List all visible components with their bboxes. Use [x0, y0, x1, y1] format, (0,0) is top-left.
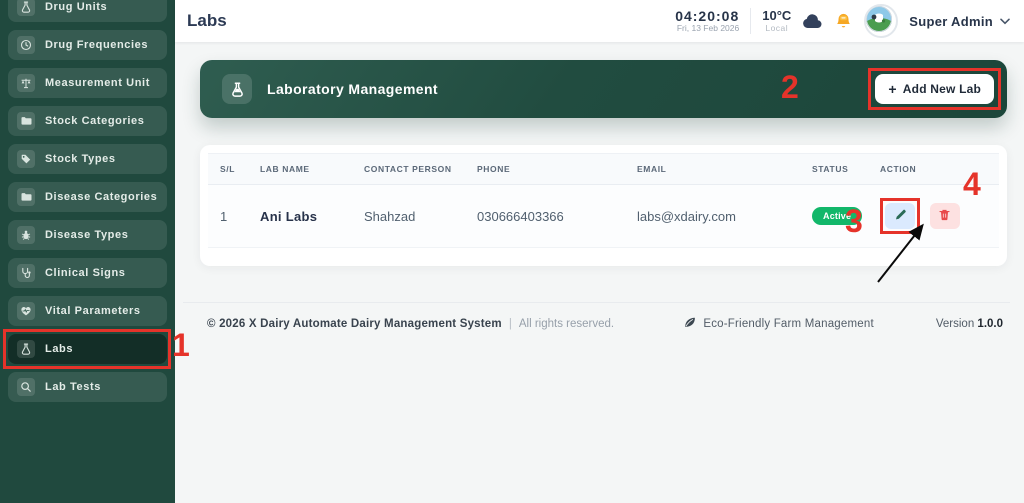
cell-email: labs@xdairy.com	[625, 184, 800, 248]
main-area: Labs 04:20:08 Fri, 13 Feb 2026 10°C Loca…	[175, 0, 1024, 503]
table-row: 1 Ani Labs Shahzad 030666403366 labs@xda…	[208, 184, 999, 248]
footer-right: Eco-Friendly Farm Management Version 1.0…	[683, 316, 1003, 332]
cell-status: Active	[800, 184, 868, 248]
sidebar-item-label: Drug Units	[45, 1, 108, 13]
divider	[750, 8, 752, 34]
pencil-icon	[894, 208, 907, 224]
eco-tagline-text: Eco-Friendly Farm Management	[703, 318, 874, 330]
cell-contact-person: Shahzad	[352, 184, 465, 248]
sidebar-item-stock-categories[interactable]: Stock Categories	[8, 106, 167, 136]
version-number: 1.0.0	[977, 318, 1003, 330]
user-name: Super Admin	[909, 13, 993, 29]
chevron-down-icon	[1000, 12, 1010, 30]
sidebar: Drug Units Drug Frequencies Measurement …	[0, 0, 175, 503]
sidebar-item-label: Measurement Unit	[45, 77, 150, 89]
sidebar-item-label: Vital Parameters	[45, 305, 141, 317]
annotation-box-2: + Add New Lab	[868, 68, 1001, 110]
clock-widget: 04:20:08 Fri, 13 Feb 2026	[675, 8, 739, 34]
version-text: Version 1.0.0	[936, 318, 1003, 330]
card-title: Laboratory Management	[267, 81, 438, 97]
sidebar-item-drug-frequencies[interactable]: Drug Frequencies	[8, 30, 167, 60]
delete-button[interactable]	[929, 203, 960, 229]
cell-lab-name: Ani Labs	[248, 184, 352, 248]
leaf-icon	[683, 316, 696, 332]
cell-action	[868, 184, 999, 248]
column-header-sl: S/L	[208, 153, 248, 185]
clock-icon	[17, 36, 35, 54]
column-header-contact-person: CONTACT PERSON	[352, 153, 465, 185]
add-new-lab-button[interactable]: + Add New Lab	[875, 74, 994, 104]
plus-icon: +	[888, 81, 897, 97]
sidebar-item-measurement-unit[interactable]: Measurement Unit	[8, 68, 167, 98]
sidebar-item-label: Clinical Signs	[45, 267, 126, 279]
annotation-box-3	[880, 198, 920, 234]
search-icon	[17, 378, 35, 396]
stethoscope-icon	[17, 264, 35, 282]
sidebar-item-label: Disease Types	[45, 229, 129, 241]
column-header-email: EMAIL	[625, 153, 800, 185]
copyright-text: © 2026 X Dairy Automate Dairy Management…	[207, 318, 502, 330]
column-header-status: STATUS	[800, 153, 868, 185]
current-time: 04:20:08	[675, 8, 740, 25]
sidebar-item-label: Drug Frequencies	[45, 39, 149, 51]
cloud-icon	[802, 13, 823, 29]
heart-icon	[17, 302, 35, 320]
sidebar-item-label: Labs	[45, 343, 74, 355]
temperature-label: Local	[765, 22, 789, 33]
column-header-phone: PHONE	[465, 153, 625, 185]
tag-icon	[17, 150, 35, 168]
flask-icon	[17, 0, 35, 16]
folder-icon	[17, 188, 35, 206]
laboratory-management-card: Laboratory Management + Add New Lab	[200, 60, 1007, 118]
content-area: Laboratory Management + Add New Lab S/L …	[175, 42, 1024, 503]
flask-icon	[222, 74, 252, 104]
avatar[interactable]	[864, 4, 899, 38]
page-title: Labs	[187, 11, 227, 30]
folder-icon	[17, 112, 35, 130]
footer: © 2026 X Dairy Automate Dairy Management…	[200, 303, 1007, 332]
edit-button[interactable]	[885, 203, 915, 229]
sidebar-item-lab-tests[interactable]: Lab Tests	[8, 372, 167, 402]
weather-widget: 10°C Local	[762, 7, 792, 34]
add-new-lab-label: Add New Lab	[902, 82, 981, 96]
sidebar-item-label: Lab Tests	[45, 381, 101, 393]
sidebar-item-label: Disease Categories	[45, 191, 158, 203]
cell-sl: 1	[208, 184, 248, 248]
temperature: 10°C	[762, 7, 792, 23]
sidebar-item-clinical-signs[interactable]: Clinical Signs	[8, 258, 167, 288]
cell-phone: 030666403366	[465, 184, 625, 248]
scale-icon	[17, 74, 35, 92]
column-header-action: ACTION	[868, 153, 999, 185]
sidebar-item-stock-types[interactable]: Stock Types	[8, 144, 167, 174]
flask-icon	[17, 340, 35, 358]
table-header-row: S/L LAB NAME CONTACT PERSON PHONE EMAIL …	[208, 153, 999, 185]
app-window: Drug Units Drug Frequencies Measurement …	[0, 0, 1024, 503]
eco-tagline: Eco-Friendly Farm Management	[683, 316, 874, 332]
column-header-lab-name: LAB NAME	[248, 153, 352, 185]
sidebar-item-labs[interactable]: Labs	[3, 329, 171, 369]
sidebar-item-disease-categories[interactable]: Disease Categories	[8, 182, 167, 212]
trash-icon	[939, 209, 950, 224]
current-date: Fri, 13 Feb 2026	[676, 23, 740, 34]
sidebar-item-label: Stock Categories	[45, 115, 145, 127]
user-menu[interactable]: Super Admin	[909, 12, 1010, 30]
bug-icon	[17, 226, 35, 244]
status-badge: Active	[812, 207, 863, 225]
sidebar-item-label: Stock Types	[45, 153, 116, 165]
sidebar-item-drug-units[interactable]: Drug Units	[8, 0, 167, 22]
sidebar-item-disease-types[interactable]: Disease Types	[8, 220, 167, 250]
labs-table: S/L LAB NAME CONTACT PERSON PHONE EMAIL …	[208, 153, 999, 248]
labs-table-card: S/L LAB NAME CONTACT PERSON PHONE EMAIL …	[200, 145, 1007, 266]
bell-icon[interactable]	[834, 12, 853, 31]
rights-text: All rights reserved.	[518, 318, 615, 330]
topbar-right-cluster: 04:20:08 Fri, 13 Feb 2026 10°C Local Sup…	[675, 4, 1010, 38]
topbar: Labs 04:20:08 Fri, 13 Feb 2026 10°C Loca…	[175, 0, 1024, 42]
sidebar-item-vital-parameters[interactable]: Vital Parameters	[8, 296, 167, 326]
version-label: Version	[935, 318, 975, 330]
footer-separator: |	[508, 318, 512, 330]
